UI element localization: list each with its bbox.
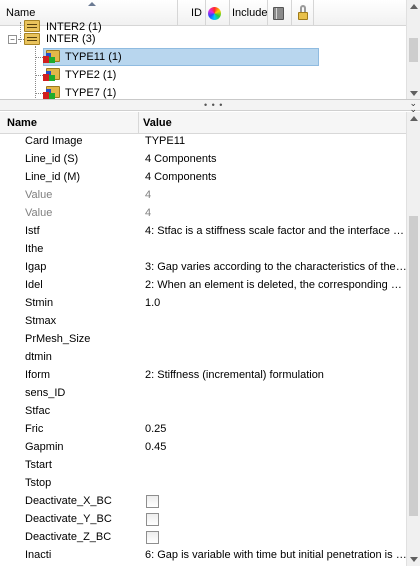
property-name: Iform (25, 369, 51, 381)
deactivate-z-bc-checkbox[interactable] (146, 531, 159, 544)
interface-type-icon (43, 68, 61, 82)
property-name: Tstop (25, 477, 52, 489)
property-value[interactable]: 4 Components (145, 150, 407, 168)
interface-type-icon (43, 86, 61, 99)
property-name: Deactivate_Y_BC (25, 513, 112, 525)
scroll-thumb[interactable] (409, 216, 418, 516)
tree-scrollbar[interactable] (406, 0, 420, 99)
tree-row-type7[interactable]: TYPE7 (1) (0, 84, 320, 99)
property-value[interactable]: 0.45 (145, 438, 407, 456)
property-row-ithe[interactable]: Ithe (0, 240, 406, 258)
property-row-istf[interactable]: Istf 4: Stfac is a stiffness scale factor… (0, 222, 407, 240)
property-name: Gapmin (25, 441, 64, 453)
grid-header: Name Value (0, 112, 406, 134)
tree-row-type2[interactable]: TYPE2 (1) (0, 66, 320, 84)
property-name: Card Image (25, 135, 83, 147)
property-value[interactable]: 4 Components (145, 168, 407, 186)
property-value[interactable]: 4: Stfac is a stiffness scale factor and… (145, 222, 407, 240)
property-row-value[interactable]: Value 4 (0, 186, 406, 204)
property-row-stmax[interactable]: Stmax (0, 312, 406, 330)
folder-icon (24, 33, 40, 45)
property-name: Inacti (25, 549, 52, 561)
property-name: Deactivate_Z_BC (25, 531, 112, 543)
property-name: Value (25, 189, 53, 201)
property-name: Ithe (25, 243, 44, 255)
collapse-chevron-icon[interactable]: ⌄ ⌄ (409, 99, 417, 114)
property-row-inacti[interactable]: Inacti 6: Gap is variable with time but i… (0, 546, 407, 564)
property-row-line-id-m[interactable]: Line_id (M) 4 Components (0, 168, 406, 186)
grip-icon: • • • (204, 100, 224, 110)
grid-scrollbar[interactable] (406, 112, 420, 566)
property-row-prmesh-size[interactable]: PrMesh_Size (0, 330, 406, 348)
scroll-thumb[interactable] (409, 38, 418, 62)
entity-tree-panel: Name ID Include INTER2 (1) − INTER (3) T… (0, 0, 420, 100)
property-value[interactable]: 2: Stiffness (incremental) formulation (145, 366, 407, 384)
arrow-up-icon (410, 4, 418, 9)
property-row-fric[interactable]: Fric 0.25 (0, 420, 406, 438)
interface-type-icon (43, 50, 61, 64)
property-name: dtmin (25, 351, 52, 363)
property-row-card-image[interactable]: Card Image TYPE11 (0, 132, 406, 150)
property-row-sens-id[interactable]: sens_ID (0, 384, 406, 402)
tree-connector (35, 57, 43, 58)
property-name: Fric (25, 423, 44, 435)
property-name: Igap (25, 261, 47, 273)
property-name: Stmax (25, 315, 57, 327)
property-row-deactivate-y-bc[interactable]: Deactivate_Y_BC (0, 510, 406, 528)
name-column-header[interactable]: Name (7, 112, 37, 134)
property-name: Line_id (M) (25, 171, 81, 183)
property-row-dtmin[interactable]: dtmin (0, 348, 406, 366)
property-value[interactable]: 3: Gap varies according to the character… (145, 258, 407, 276)
property-name: Idel (25, 279, 43, 291)
property-row-idel[interactable]: Idel 2: When an element is deleted, the c… (0, 276, 407, 294)
property-row-iform[interactable]: Iform 2: Stiffness (incremental) formulat… (0, 366, 406, 384)
property-name: sens_ID (25, 387, 66, 399)
property-value[interactable]: TYPE11 (145, 132, 407, 150)
property-name: Line_id (S) (25, 153, 79, 165)
collapse-icon[interactable]: − (8, 35, 17, 44)
arrow-down-icon (410, 91, 418, 96)
property-name: Deactivate_X_BC (25, 495, 112, 507)
sort-ascending-icon (88, 2, 96, 6)
property-name: Stfac (25, 405, 51, 417)
property-name: Stmin (25, 297, 54, 309)
arrow-down-icon (410, 557, 418, 562)
property-value[interactable]: 6: Gap is variable with time but initial… (145, 546, 407, 564)
panel-splitter[interactable]: • • • ⌄ ⌄ (0, 99, 420, 114)
property-value[interactable]: 0.25 (145, 420, 407, 438)
scroll-up-button[interactable] (407, 112, 420, 126)
property-grid: Name Value Card Image TYPE11 Line_id (S) 4 … (0, 112, 420, 566)
tree-row-type11[interactable]: TYPE11 (1) (0, 48, 320, 66)
deactivate-y-bc-checkbox[interactable] (146, 513, 159, 526)
property-row-stmin[interactable]: Stmin 1.0 (0, 294, 406, 312)
property-value[interactable]: 4 (145, 204, 407, 222)
deactivate-x-bc-checkbox[interactable] (146, 495, 159, 508)
property-name: Tstart (25, 459, 52, 471)
scroll-up-button[interactable] (407, 0, 420, 14)
property-name: Istf (25, 225, 40, 237)
property-row-tstop[interactable]: Tstop (0, 474, 406, 492)
property-row-stfac[interactable]: Stfac (0, 402, 406, 420)
value-column-header[interactable]: Value (143, 112, 172, 134)
tree-row-inter[interactable]: − INTER (3) (0, 30, 320, 48)
tree-connector (35, 75, 43, 76)
property-row-line-id-s[interactable]: Line_id (S) 4 Components (0, 150, 406, 168)
property-name: Value (25, 207, 53, 219)
tree-connector (35, 93, 43, 94)
property-row-deactivate-x-bc[interactable]: Deactivate_X_BC (0, 492, 406, 510)
property-value[interactable]: 4 (145, 186, 407, 204)
property-row-igap[interactable]: Igap 3: Gap varies according to the chara… (0, 258, 407, 276)
arrow-up-icon (410, 116, 418, 121)
property-value[interactable]: 1.0 (145, 294, 407, 312)
scroll-down-button[interactable] (407, 552, 420, 566)
property-name: PrMesh_Size (25, 333, 91, 345)
property-row-deactivate-z-bc[interactable]: Deactivate_Z_BC (0, 528, 406, 546)
column-divider[interactable] (138, 112, 139, 134)
property-row-value[interactable]: Value 4 (0, 204, 406, 222)
property-value[interactable]: 2: When an element is deleted, the corre… (145, 276, 407, 294)
property-row-tstart[interactable]: Tstart (0, 456, 406, 474)
property-row-gapmin[interactable]: Gapmin 0.45 (0, 438, 406, 456)
